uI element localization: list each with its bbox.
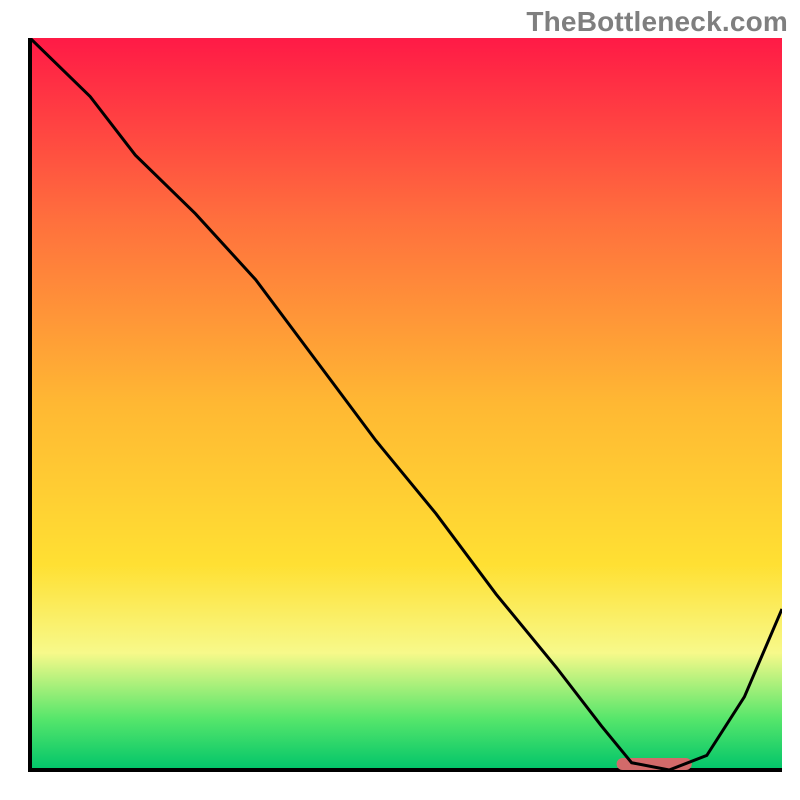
- chart-stage: TheBottleneck.com: [0, 0, 800, 800]
- gradient-background: [30, 38, 782, 770]
- bottleneck-chart: [0, 0, 800, 800]
